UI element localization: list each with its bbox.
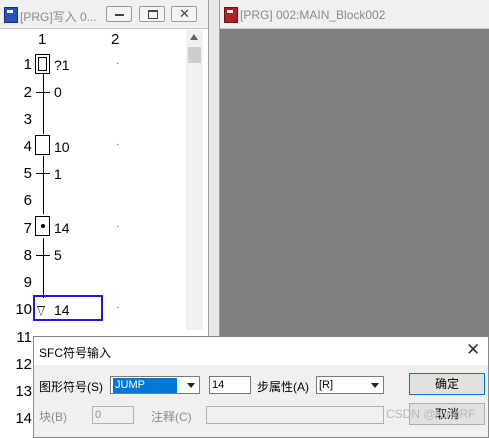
row-number: 11 bbox=[16, 329, 32, 346]
minimize-icon bbox=[115, 14, 124, 16]
row-number: 14 bbox=[15, 410, 32, 427]
sfc-link-line bbox=[43, 156, 44, 214]
transition-bar[interactable] bbox=[36, 92, 50, 93]
transition-bar[interactable] bbox=[36, 173, 50, 174]
transition-label: 1 bbox=[54, 166, 62, 182]
program-icon bbox=[4, 7, 18, 23]
transition-label: 0 bbox=[54, 84, 62, 100]
left-window-titlebar[interactable]: [PRG]写入 0... ✕ bbox=[0, 0, 208, 29]
row-number: 13 bbox=[15, 383, 32, 400]
row-number: 2 bbox=[23, 84, 32, 101]
row-number: 5 bbox=[23, 165, 32, 182]
minimize-button[interactable] bbox=[106, 6, 132, 22]
step-label: 14 bbox=[54, 220, 70, 236]
block-input: 0 bbox=[92, 406, 134, 424]
row-number: 1 bbox=[23, 56, 32, 73]
block-value: 0 bbox=[95, 409, 102, 421]
row-number: 7 bbox=[23, 220, 32, 237]
right-window-title: [PRG] 002:MAIN_Block002 bbox=[240, 8, 386, 22]
row-number: 3 bbox=[23, 111, 32, 128]
block-label: 块(B) bbox=[39, 410, 67, 424]
initial-step-inner-border bbox=[38, 57, 47, 71]
step-box[interactable] bbox=[35, 135, 50, 155]
shape-label: 图形符号(S) bbox=[39, 380, 103, 394]
maximize-icon bbox=[148, 10, 158, 19]
step-number-input[interactable]: 14 bbox=[209, 376, 251, 394]
transition-bar[interactable] bbox=[36, 255, 50, 256]
active-step-dot-icon bbox=[41, 224, 45, 228]
row-number: 9 bbox=[23, 274, 32, 291]
dialog-titlebar[interactable]: SFC符号输入 ✕ bbox=[34, 337, 488, 365]
transition-label: 5 bbox=[54, 247, 62, 263]
ladder-block-icon bbox=[224, 7, 238, 23]
chevron-down-icon[interactable] bbox=[368, 378, 382, 392]
watermark: CSDN @KingRF bbox=[386, 407, 476, 421]
row-number: 6 bbox=[23, 192, 32, 209]
dialog-close-icon[interactable]: ✕ bbox=[466, 341, 480, 359]
shape-select[interactable]: JUMP bbox=[110, 376, 200, 394]
row-number: 10 bbox=[15, 301, 32, 318]
dialog-title: SFC符号输入 bbox=[39, 346, 112, 360]
sfc-symbol-input-dialog: SFC符号输入 ✕ 图形符号(S) JUMP 14 步属性(A) [R] 确定 … bbox=[33, 336, 489, 438]
chevron-down-icon[interactable] bbox=[184, 378, 198, 392]
step-attribute-select[interactable]: [R] bbox=[316, 376, 384, 394]
vertical-scrollbar[interactable] bbox=[186, 30, 203, 330]
row-number: 12 bbox=[15, 356, 32, 373]
step-number-value: 14 bbox=[212, 379, 225, 391]
row-number: 8 bbox=[23, 247, 32, 264]
right-window-titlebar[interactable]: [PRG] 002:MAIN_Block002 bbox=[220, 0, 489, 29]
edit-cursor[interactable] bbox=[33, 295, 103, 321]
maximize-button[interactable] bbox=[139, 6, 165, 22]
step-label: ?1 bbox=[54, 57, 70, 73]
shape-select-value: JUMP bbox=[113, 378, 177, 393]
step-label: 10 bbox=[54, 139, 70, 155]
close-icon: ✕ bbox=[179, 6, 190, 21]
sfc-link-line bbox=[43, 238, 44, 298]
step-attribute-value: [R] bbox=[319, 379, 334, 391]
active-step-box[interactable] bbox=[35, 216, 50, 236]
close-button[interactable]: ✕ bbox=[171, 6, 197, 22]
column2-marker: · bbox=[116, 221, 120, 232]
comment-input bbox=[206, 406, 384, 424]
attr-label: 步属性(A) bbox=[257, 380, 309, 394]
column2-marker: · bbox=[116, 302, 120, 313]
left-window-title: [PRG]写入 0... bbox=[20, 10, 97, 24]
initial-step-box[interactable] bbox=[35, 54, 50, 74]
scroll-thumb[interactable] bbox=[188, 47, 201, 63]
ok-button[interactable]: 确定 bbox=[409, 373, 485, 395]
column2-marker: · bbox=[116, 58, 120, 69]
row-number: 4 bbox=[23, 138, 32, 155]
comment-label: 注释(C) bbox=[151, 410, 192, 424]
column2-marker: · bbox=[116, 139, 120, 150]
sfc-link-line bbox=[43, 74, 44, 134]
column-header-1: 1 bbox=[38, 31, 47, 48]
column-header-2: 2 bbox=[111, 31, 120, 48]
scroll-up-icon[interactable] bbox=[190, 34, 198, 40]
